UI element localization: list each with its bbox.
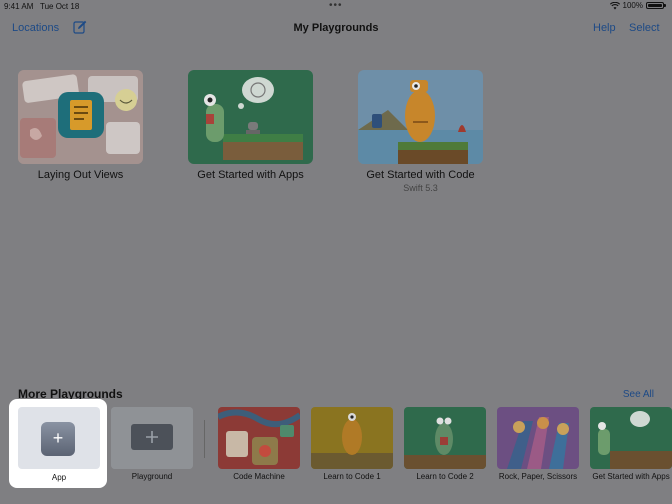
page-title: My Playgrounds — [293, 22, 379, 34]
more-item-rock-paper-scissors[interactable]: Rock, Paper, Scissors — [497, 407, 579, 482]
more-item-learn-to-code-1[interactable]: Learn to Code 1 — [311, 407, 393, 482]
playground-title: Get Started with Apps — [197, 169, 304, 181]
more-item-thumbnail — [590, 407, 672, 469]
section-divider — [204, 420, 205, 458]
playground-template[interactable]: Playground — [111, 407, 193, 482]
status-time: 9:41 AM — [4, 2, 34, 11]
battery-percent: 100% — [622, 1, 643, 10]
status-right: 100% — [609, 1, 666, 10]
more-item-thumbnail — [311, 407, 393, 469]
status-bar: 9:41 AM Tue Oct 18 ••• 100% — [0, 0, 672, 12]
playground-card-get-started-with-apps[interactable]: Get Started with Apps — [188, 70, 313, 181]
more-item-thumbnail — [497, 407, 579, 469]
battery-tip — [664, 4, 666, 7]
playground-thumbnail — [358, 70, 483, 164]
more-item-thumbnail — [218, 407, 300, 469]
more-item-label: Get Started with Apps — [592, 472, 670, 481]
playground-thumbnail — [18, 70, 143, 164]
see-all-link[interactable]: See All — [623, 389, 654, 400]
playground-thumbnail — [188, 70, 313, 164]
battery-icon — [646, 2, 664, 9]
select-button[interactable]: Select — [629, 22, 660, 34]
playground-card-laying-out-views[interactable]: Laying Out Views — [18, 70, 143, 181]
help-button[interactable]: Help — [593, 22, 616, 34]
more-item-thumbnail — [404, 407, 486, 469]
template-label-playground: Playground — [131, 472, 173, 481]
multitasking-dots-icon[interactable]: ••• — [329, 0, 343, 11]
more-item-code-machine[interactable]: Code Machine — [218, 407, 300, 482]
template-label-app: App — [51, 473, 67, 482]
playground-title: Get Started with Code — [366, 169, 475, 181]
more-item-label: Rock, Paper, Scissors — [498, 472, 578, 481]
more-item-get-started-with-apps[interactable]: Get Started with Apps — [590, 407, 672, 482]
more-item-label: Code Machine — [233, 472, 285, 481]
more-item-label: Learn to Code 1 — [323, 472, 381, 481]
playground-subtitle: Swift 5.3 — [403, 183, 438, 193]
status-date: Tue Oct 18 — [40, 2, 80, 11]
playground-template-thumbnail — [111, 407, 193, 469]
playground-card-get-started-with-code[interactable]: Get Started with Code Swift 5.3 — [358, 70, 483, 193]
plus-icon: + — [41, 422, 75, 456]
playground-title: Laying Out Views — [37, 169, 124, 181]
wifi-icon — [609, 1, 620, 9]
more-item-label: Learn to Code 2 — [416, 472, 474, 481]
more-item-learn-to-code-2[interactable]: Learn to Code 2 — [404, 407, 486, 482]
navigation-bar: Locations My Playgrounds Help Select — [0, 14, 672, 42]
